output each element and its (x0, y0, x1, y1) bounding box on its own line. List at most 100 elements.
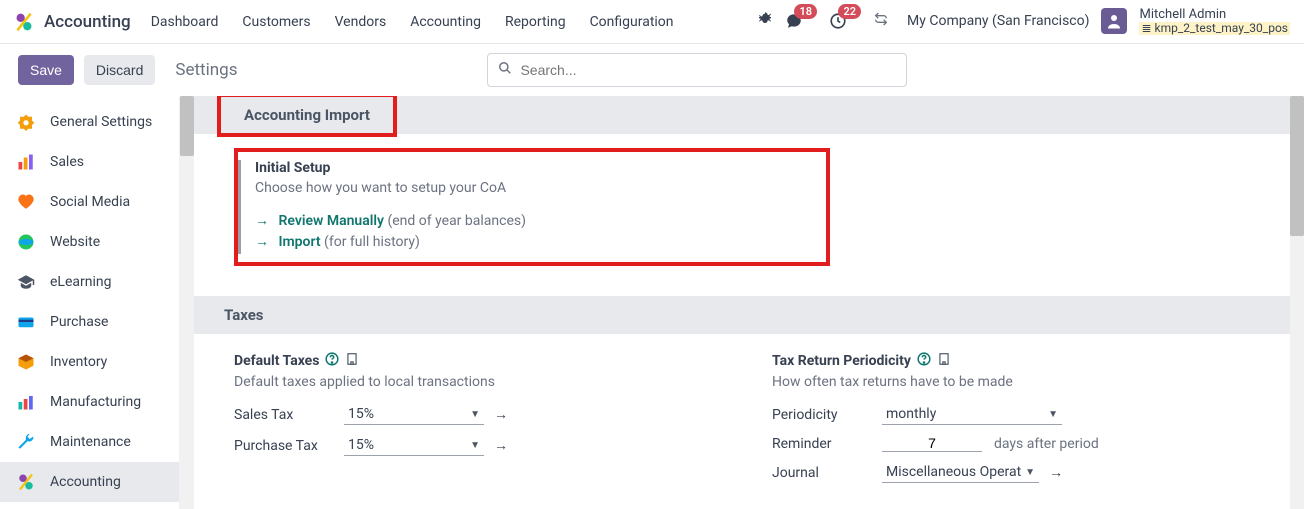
activities-badge: 22 (838, 4, 861, 19)
body: General Settings Sales Social Media Webs… (0, 96, 1304, 509)
menu-vendors[interactable]: Vendors (335, 14, 387, 30)
user-box[interactable]: Mitchell Admin kmp_2_test_may_30_pos (1139, 8, 1290, 35)
journal-label: Journal (772, 465, 882, 481)
setup-accent-bar (238, 160, 241, 254)
sales-tax-select[interactable]: 15% ▼ (344, 404, 484, 425)
sidebar-item-sales[interactable]: Sales (0, 142, 179, 182)
external-link-icon[interactable]: → (1049, 464, 1063, 481)
sidebar-item-elearning[interactable]: eLearning (0, 262, 179, 302)
reminder-input[interactable] (882, 435, 982, 452)
sidebar-item-website[interactable]: Website (0, 222, 179, 262)
sidebar-item-social-media[interactable]: Social Media (0, 182, 179, 222)
chevron-down-icon: ▼ (470, 440, 480, 451)
section-accounting-import-title: Accounting Import (220, 96, 394, 134)
review-manually-link[interactable]: Review Manually (278, 213, 384, 229)
periodicity-title-text: Tax Return Periodicity (772, 353, 911, 369)
journal-value: Miscellaneous Operat (886, 464, 1021, 480)
heart-icon (16, 192, 36, 212)
db-name: kmp_2_test_may_30_pos (1139, 22, 1290, 35)
import-row: → Import (for full history) (255, 233, 526, 250)
box-icon (16, 352, 36, 372)
initial-setup-block: Initial Setup Choose how you want to set… (234, 148, 830, 266)
default-taxes-desc: Default taxes applied to local transacti… (234, 374, 712, 390)
chevron-down-icon: ▼ (470, 409, 480, 420)
sidebar-item-label: Manufacturing (50, 394, 141, 410)
graduation-cap-icon (16, 272, 36, 292)
tax-return-periodicity-group: Tax Return Periodicity How often tax ret… (772, 352, 1250, 493)
import-hint: (for full history) (324, 234, 420, 250)
menu-dashboard[interactable]: Dashboard (151, 14, 219, 30)
view-title: Settings (175, 60, 237, 80)
sidebar-item-label: Accounting (50, 474, 121, 490)
initial-setup-title: Initial Setup (255, 160, 526, 176)
topbar-right: 18 22 My Company (San Francisco) Mitchel… (757, 8, 1290, 35)
section-accounting-import: Accounting Import (194, 96, 1290, 134)
default-taxes-title-text: Default Taxes (234, 353, 319, 369)
periodicity-label: Periodicity (772, 407, 882, 423)
avatar[interactable] (1101, 8, 1127, 34)
messages-icon[interactable]: 18 (785, 12, 803, 30)
journal-select[interactable]: Miscellaneous Operat ▼ (882, 462, 1039, 483)
sidebar-item-label: Sales (50, 154, 84, 170)
periodicity-row: Periodicity monthly ▼ (772, 404, 1250, 425)
sidebar-item-general-settings[interactable]: General Settings (0, 102, 179, 142)
periodicity-desc: How often tax returns have to be made (772, 374, 1250, 390)
help-icon[interactable] (917, 352, 931, 370)
search-icon (498, 61, 512, 79)
topbar: Accounting Dashboard Customers Vendors A… (0, 0, 1304, 44)
top-menus: Dashboard Customers Vendors Accounting R… (151, 14, 757, 30)
settings-content: Accounting Import Initial Setup Choose h… (194, 96, 1290, 509)
purchase-tax-value: 15% (348, 437, 374, 453)
review-manually-hint: (end of year balances) (387, 213, 526, 229)
sidebar-item-purchase[interactable]: Purchase (0, 302, 179, 342)
search-input[interactable] (520, 62, 896, 78)
sidebar-item-label: eLearning (50, 274, 111, 290)
help-icon[interactable] (325, 352, 339, 370)
purchase-tax-label: Purchase Tax (234, 438, 344, 454)
periodicity-select[interactable]: monthly ▼ (882, 404, 1062, 425)
messages-badge: 18 (794, 4, 817, 19)
purchase-tax-select[interactable]: 15% ▼ (344, 435, 484, 456)
arrow-icon: → (255, 234, 269, 250)
content-scrollbar[interactable] (1290, 96, 1304, 509)
company-switch-icon[interactable] (873, 11, 889, 31)
building-icon[interactable] (937, 352, 951, 370)
menu-configuration[interactable]: Configuration (590, 14, 674, 30)
sidebar-item-maintenance[interactable]: Maintenance (0, 422, 179, 462)
purchase-tax-row: Purchase Tax 15% ▼ → (234, 435, 712, 456)
menu-customers[interactable]: Customers (242, 14, 310, 30)
sidebar-item-accounting[interactable]: Accounting (0, 462, 179, 502)
reminder-row: Reminder days after period (772, 435, 1250, 452)
discard-button[interactable]: Discard (84, 55, 155, 85)
menu-reporting[interactable]: Reporting (505, 14, 566, 30)
action-bar: Save Discard Settings (0, 44, 1304, 96)
import-link[interactable]: Import (278, 234, 320, 250)
menu-accounting[interactable]: Accounting (410, 14, 481, 30)
app-title[interactable]: Accounting (44, 12, 131, 32)
company-name[interactable]: My Company (San Francisco) (907, 13, 1089, 29)
card-icon (16, 312, 36, 332)
external-link-icon[interactable]: → (494, 406, 508, 423)
save-button[interactable]: Save (18, 55, 74, 85)
activities-icon[interactable]: 22 (829, 12, 847, 30)
sidebar-item-label: Purchase (50, 314, 108, 330)
sales-tax-row: Sales Tax 15% ▼ → (234, 404, 712, 425)
user-name: Mitchell Admin (1139, 8, 1290, 22)
building-icon[interactable] (345, 352, 359, 370)
globe-icon (16, 232, 36, 252)
search-box[interactable] (487, 53, 907, 87)
sidebar-item-inventory[interactable]: Inventory (0, 342, 179, 382)
review-manually-row: → Review Manually (end of year balances) (255, 212, 526, 229)
sales-tax-label: Sales Tax (234, 407, 344, 423)
initial-setup-desc: Choose how you want to setup your CoA (255, 180, 526, 196)
default-taxes-group: Default Taxes Default taxes applied to l… (234, 352, 712, 493)
bug-icon[interactable] (757, 11, 773, 31)
sidebar-item-manufacturing[interactable]: Manufacturing (0, 382, 179, 422)
periodicity-title: Tax Return Periodicity (772, 352, 951, 370)
reminder-label: Reminder (772, 436, 882, 452)
wrench-icon (16, 432, 36, 452)
sidebar-scrollbar[interactable] (180, 96, 194, 509)
gear-icon (16, 112, 36, 132)
sidebar-item-label: Website (50, 234, 100, 250)
external-link-icon[interactable]: → (494, 437, 508, 454)
